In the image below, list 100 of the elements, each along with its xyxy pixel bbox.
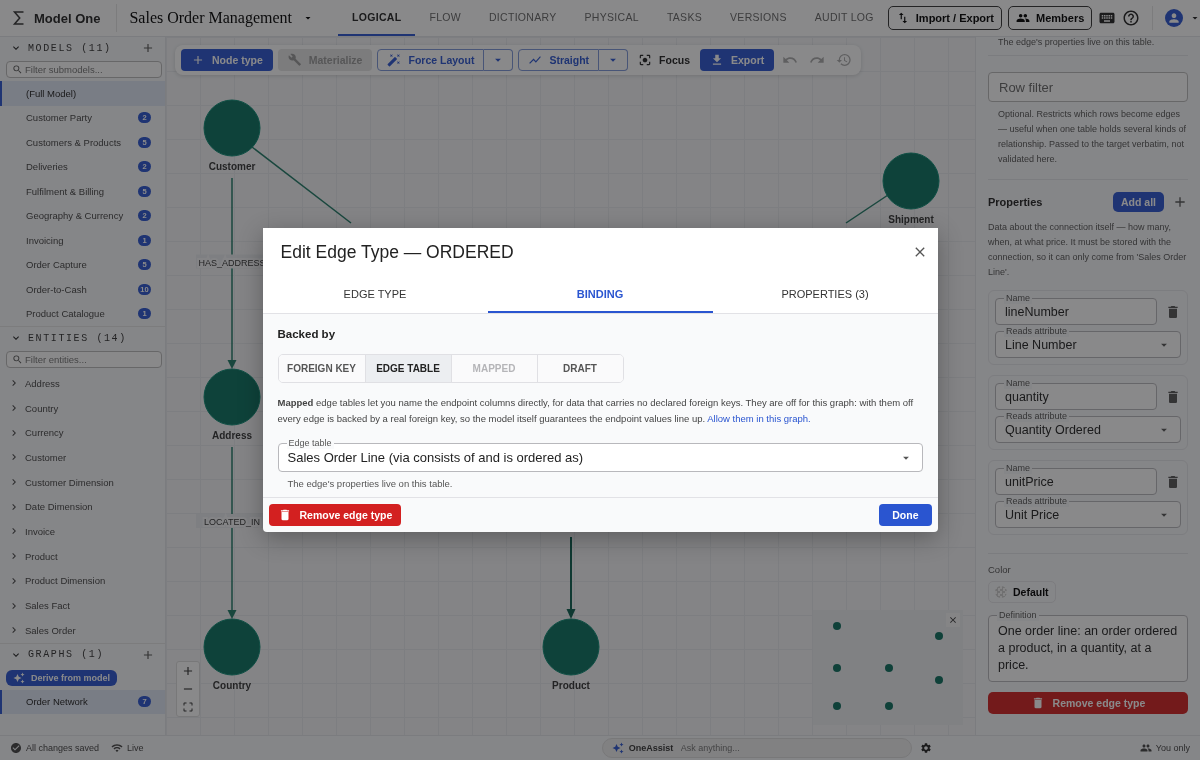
close-button[interactable] <box>946 613 960 627</box>
section-heading: ENTITIES (14) <box>28 332 127 344</box>
model-name: (Full Model) <box>26 87 77 99</box>
trash-icon[interactable] <box>1165 473 1181 490</box>
graph-node[interactable] <box>203 618 261 676</box>
row-filter-field[interactable]: Row filter <box>988 72 1188 102</box>
model-name: Customers & Products <box>26 136 122 148</box>
field-value: lineNumber <box>1005 304 1070 319</box>
segment-option[interactable]: EDGE TABLE <box>364 355 451 382</box>
graph-node[interactable] <box>882 152 940 210</box>
entity-item[interactable]: Product <box>0 543 165 569</box>
minimap[interactable] <box>813 610 963 725</box>
entity-item[interactable]: Customer Dimension <box>0 469 165 495</box>
model-name: Order Capture <box>26 259 87 271</box>
filter-field[interactable]: Filter submodels... <box>6 61 162 78</box>
dropdown-button[interactable] <box>599 49 629 71</box>
entity-item[interactable]: Invoice <box>0 519 165 544</box>
search-icon <box>12 64 23 75</box>
dialog-tab[interactable]: PROPERTIES (3) <box>712 276 938 313</box>
done-button[interactable]: Done <box>879 504 932 526</box>
entity-item[interactable]: Country <box>0 395 165 421</box>
entity-name: Currency <box>25 427 64 439</box>
focus-button[interactable]: Focus <box>633 49 695 71</box>
model-name: Customer Party <box>26 112 92 124</box>
sparkle-icon <box>611 742 624 754</box>
force-layout-button[interactable]: Force Layout <box>377 49 485 71</box>
nav-tab[interactable]: TASKS <box>652 0 717 36</box>
entity-item[interactable]: Sales Fact <box>0 593 165 618</box>
entity-name: Customer Dimension <box>25 476 114 488</box>
dialog-tab[interactable]: EDGE TYPE <box>262 276 488 313</box>
field-value: Sales Order Line (via consists of and is ordered as) <box>287 450 585 465</box>
field-label: Edge table <box>286 437 334 449</box>
dialog-title: Edit Edge Type — ORDERED <box>280 241 514 263</box>
entity-item[interactable]: Product Dimension <box>0 568 165 594</box>
field-label: Name <box>1004 377 1032 389</box>
focus-icon <box>638 53 653 67</box>
field-label: Color <box>988 564 1012 575</box>
dialog-tab[interactable]: BINDING <box>487 276 713 313</box>
entity-name: Date Dimension <box>25 501 93 513</box>
section-label: Backed by <box>277 328 336 340</box>
remove-edge-type-button[interactable]: Remove edge type <box>268 504 402 526</box>
nav-tab[interactable]: VERSIONS <box>716 0 801 36</box>
filter-field[interactable]: Filter entities... <box>6 351 162 368</box>
field-label: Definition <box>997 609 1039 621</box>
members-button[interactable]: Members <box>1008 6 1093 30</box>
entity-name: Address <box>25 377 60 389</box>
remove-edge-type-button[interactable]: Remove edge type <box>988 692 1188 714</box>
history-icon[interactable] <box>836 52 853 68</box>
plus-icon <box>191 53 205 67</box>
node-label: Country <box>212 680 252 691</box>
straight-button[interactable]: Straight <box>518 49 600 71</box>
dropdown-button[interactable] <box>484 49 514 71</box>
graph-node[interactable] <box>203 99 261 157</box>
add-all-button[interactable]: Add all <box>1113 192 1164 212</box>
entity-item[interactable]: Date Dimension <box>0 494 165 520</box>
model-item[interactable]: (Full Model) <box>0 81 165 106</box>
search-icon <box>12 354 23 365</box>
help-icon[interactable] <box>1122 9 1141 27</box>
people-icon <box>1139 742 1152 754</box>
nav-tab[interactable]: PHYSICAL <box>570 0 653 36</box>
project-selector[interactable]: Sales Order Management <box>117 9 327 27</box>
trash-icon[interactable] <box>1165 388 1181 405</box>
export-button[interactable]: Export <box>700 49 775 71</box>
add-icon[interactable] <box>1172 194 1188 210</box>
entity-item[interactable]: Address <box>0 371 165 396</box>
settings-icon[interactable] <box>919 742 932 754</box>
close-icon <box>948 615 958 625</box>
import-export-button[interactable]: Import / Export <box>887 6 1003 30</box>
avatar-icon[interactable] <box>1165 9 1184 27</box>
add-icon[interactable] <box>141 41 155 55</box>
field-label: Reads attribute <box>1004 410 1070 422</box>
field-value: Quantity Ordered <box>1005 422 1102 437</box>
nav-tab[interactable]: AUDIT LOG <box>800 0 888 36</box>
entity-name: Product Dimension <box>25 575 106 587</box>
field-label: Name <box>1004 462 1032 474</box>
node-type-button[interactable]: Node type <box>181 49 273 71</box>
graph-node[interactable] <box>542 618 600 676</box>
color-button[interactable]: Default <box>988 581 1056 603</box>
graph-name: Order Network <box>26 696 88 708</box>
nav-tab[interactable]: DICTIONARY <box>474 0 571 36</box>
description-text: Data about the connection itself — how many, when, at what price. It must be stored with the connection, so it can only come from 'Sales Order Line'. <box>988 221 1188 279</box>
entity-item[interactable]: Sales Order <box>0 617 165 643</box>
model-name: Product Catalogue <box>26 308 105 320</box>
assistant-name: OneAssist <box>628 743 674 753</box>
trash-icon[interactable] <box>1165 303 1181 320</box>
helper-text: Optional. Restricts which rows become edges — useful when one table holds several kinds of relationship. Passed to the target verbatim, not validated here. <box>998 108 1188 166</box>
entity-name: Product <box>25 550 58 562</box>
entity-name: Sales Order <box>25 624 76 636</box>
field-label: Reads attribute <box>1004 495 1070 507</box>
wand-icon <box>387 53 402 67</box>
allow-link[interactable]: Allow them in this graph. <box>707 413 811 424</box>
nav-tab[interactable]: FLOW <box>415 0 475 36</box>
node-label: Customer <box>208 161 256 172</box>
derive-button[interactable]: Derive from model <box>6 669 118 686</box>
segment-option[interactable]: DRAFT <box>536 355 623 382</box>
entity-item[interactable]: Currency <box>0 420 165 446</box>
graph-node[interactable] <box>203 368 261 426</box>
entity-item[interactable]: Customer <box>0 445 165 470</box>
entity-name: Sales Fact <box>25 600 70 612</box>
entity-name: Country <box>25 402 59 414</box>
